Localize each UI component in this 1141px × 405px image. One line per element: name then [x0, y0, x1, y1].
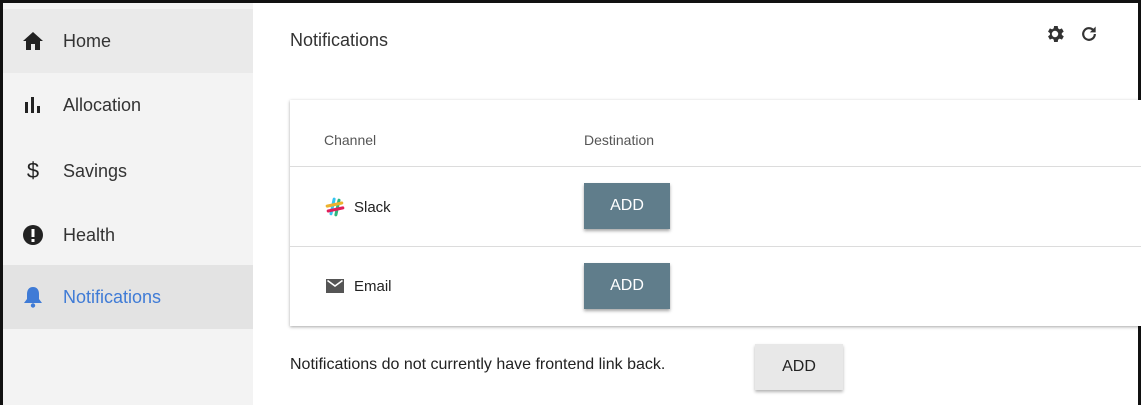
- slack-icon: [324, 196, 346, 218]
- add-slack-button[interactable]: ADD: [584, 183, 670, 229]
- sidebar-item-label: Allocation: [63, 94, 142, 115]
- sidebar-item-allocation[interactable]: Allocation: [3, 73, 253, 137]
- notifications-card: Channel Destination Slack ADD Email ADD: [290, 100, 1141, 326]
- channel-label: Email: [354, 277, 392, 295]
- dollar-icon: $: [26, 158, 40, 183]
- sidebar-item-savings[interactable]: $ Savings: [3, 139, 253, 203]
- sidebar-item-label: Health: [63, 224, 116, 245]
- page-title: Notifications: [290, 30, 389, 50]
- sidebar-item-label: Home: [63, 30, 112, 51]
- sidebar-item-notifications[interactable]: Notifications: [3, 265, 253, 329]
- sidebar-item-health[interactable]: Health: [3, 203, 253, 267]
- channel-label: Slack: [354, 198, 391, 216]
- frontend-link-message: Notifications do not currently have fron…: [290, 356, 666, 373]
- alert-circle-icon: [21, 223, 45, 247]
- column-header-channel: Channel: [324, 132, 377, 148]
- column-header-destination: Destination: [584, 132, 655, 148]
- sidebar-item-label: Savings: [63, 160, 128, 181]
- bell-icon: [21, 285, 45, 309]
- channel-cell: Email: [324, 275, 392, 297]
- channel-cell: Slack: [324, 196, 391, 218]
- bar-chart-icon: [21, 93, 45, 117]
- add-email-button[interactable]: ADD: [584, 263, 670, 309]
- row-divider: [290, 166, 1141, 167]
- sidebar-item-home[interactable]: Home: [3, 9, 253, 73]
- email-icon: [324, 275, 346, 297]
- home-icon: [21, 29, 45, 53]
- settings-icon[interactable]: [1043, 22, 1067, 46]
- refresh-icon[interactable]: [1077, 22, 1101, 46]
- row-divider: [290, 246, 1141, 247]
- sidebar: Home Allocation $ Savings Health Notific…: [3, 3, 253, 405]
- sidebar-item-label: Notifications: [63, 286, 162, 307]
- add-frontend-link-button[interactable]: ADD: [755, 344, 843, 390]
